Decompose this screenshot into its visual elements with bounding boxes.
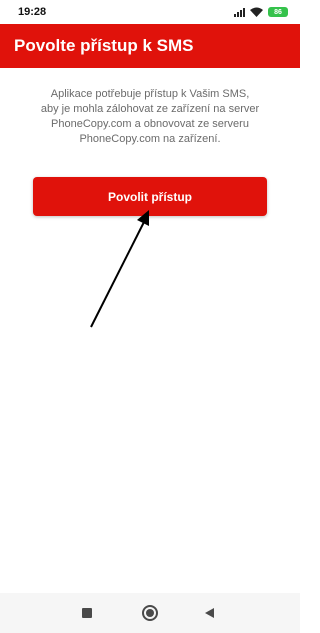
app-bar: Povolte přístup k SMS	[0, 24, 300, 68]
signal-icon	[234, 7, 245, 17]
permission-description: Aplikace potřebuje přístup k Vašim SMS, …	[36, 87, 264, 147]
description-line: PhoneCopy.com na zařízení.	[79, 133, 221, 145]
home-icon[interactable]	[142, 605, 158, 621]
description-line: PhoneCopy.com a obnovovat ze serveru	[51, 118, 249, 130]
battery-icon: 86	[268, 7, 288, 17]
description-line: aby je mohla zálohovat ze zařízení na se…	[40, 103, 260, 115]
page-title: Povolte přístup k SMS	[14, 36, 194, 55]
description-line: Aplikace potřebuje přístup k Vašim SMS,	[50, 88, 250, 100]
wifi-icon	[250, 7, 263, 17]
allow-access-button[interactable]: Povolit přístup	[33, 177, 267, 216]
recent-apps-icon[interactable]	[82, 608, 92, 618]
status-time: 19:28	[18, 6, 47, 18]
back-icon[interactable]	[205, 608, 214, 618]
screen: 19:28 86 Povolte přístup k SMS Aplikace …	[0, 0, 300, 633]
status-bar: 19:28 86	[0, 0, 300, 24]
status-icons: 86	[234, 7, 288, 17]
navigation-bar	[0, 593, 300, 633]
